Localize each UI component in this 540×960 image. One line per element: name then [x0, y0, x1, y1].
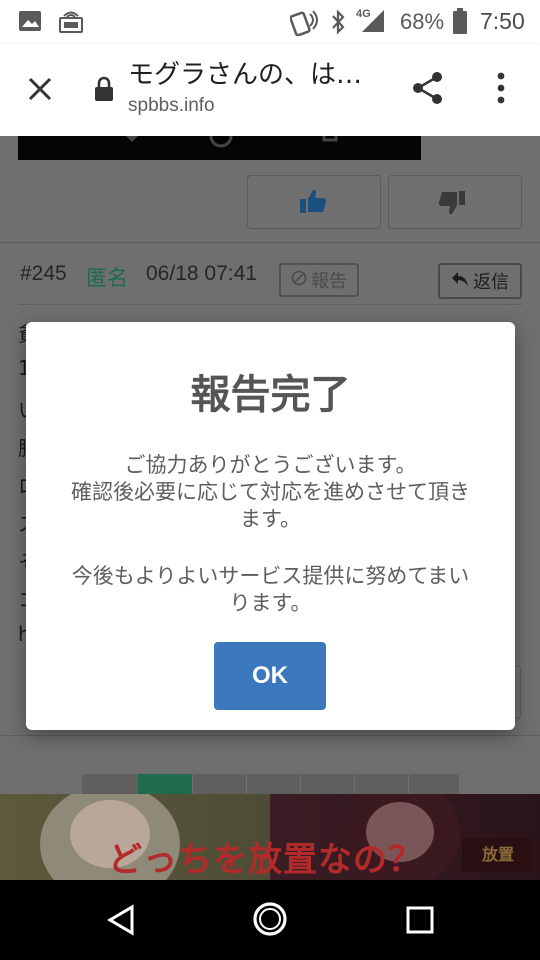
home-icon[interactable]: [252, 901, 288, 941]
image-icon: [18, 9, 42, 37]
post-divider: [18, 304, 522, 305]
lock-icon: [93, 76, 115, 106]
dialog-message: ご協力ありがとうございます。: [124, 453, 417, 477]
page-url[interactable]: spbbs.info: [128, 95, 215, 117]
reply-icon: [451, 271, 469, 292]
recents-icon[interactable]: [406, 906, 434, 938]
svg-text:放置: 放置: [481, 845, 514, 864]
page-separator: [300, 774, 301, 796]
page-title[interactable]: モグラさんの、は…: [128, 54, 362, 91]
status-bar: 4G 68% 7:50: [0, 0, 540, 44]
page-separator: [354, 774, 355, 796]
block-icon: [291, 270, 307, 291]
pagination: [82, 774, 459, 796]
page-separator: [246, 774, 247, 796]
dialog-message: 今後もよりよいサービス提供に努めてまい: [71, 564, 470, 588]
ok-button[interactable]: OK: [214, 642, 326, 710]
divider: [0, 242, 540, 243]
reply-button[interactable]: 返信: [438, 263, 522, 299]
post-datetime: 06/18 07:41: [146, 262, 257, 285]
cast-icon: [58, 8, 84, 38]
back-icon[interactable]: [106, 904, 136, 940]
dialog-message: ります。: [229, 591, 312, 615]
close-icon[interactable]: [26, 75, 54, 107]
reply-label: 返信: [473, 272, 509, 293]
page-separator: [408, 774, 409, 796]
page-separator: [192, 774, 193, 796]
report-label: 報告: [311, 271, 347, 292]
divider: [0, 735, 540, 736]
page-indicator-active[interactable]: [138, 774, 192, 796]
battery-icon: [452, 7, 468, 39]
dialog-message: ます。: [240, 507, 301, 531]
share-icon[interactable]: [410, 70, 446, 110]
report-button[interactable]: 報告: [279, 263, 359, 297]
thumbs-up-icon: [299, 188, 327, 218]
bluetooth-icon: [330, 9, 346, 39]
signal-icon: [360, 9, 386, 37]
dialog-title: 報告完了: [190, 372, 351, 418]
dialog-message: 確認後必要に応じて対応を進めさせて頂き: [71, 480, 470, 504]
post-author[interactable]: 匿名: [86, 262, 128, 292]
clock: 7:50: [480, 8, 525, 34]
post-number: #245: [20, 262, 67, 285]
like-button[interactable]: [247, 175, 381, 229]
nfc-icon: [289, 8, 322, 40]
more-vert-icon[interactable]: [494, 72, 508, 108]
battery-percent: 68%: [400, 9, 445, 34]
video-controls: [18, 124, 421, 160]
thumbs-down-icon: [438, 190, 466, 220]
ad-text: どっちを放置なの？: [108, 840, 423, 880]
dislike-button[interactable]: [388, 175, 522, 229]
